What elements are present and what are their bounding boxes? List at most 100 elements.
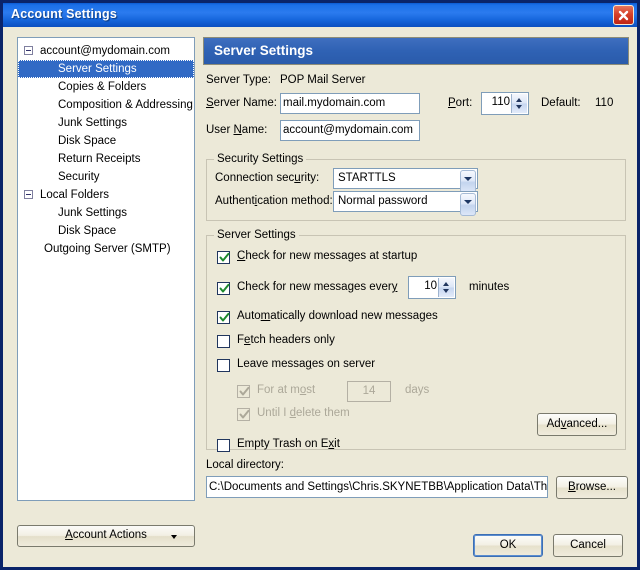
label-pre: Empty Trash on E: [237, 438, 329, 450]
security-settings-group: Security Settings Connection security: S…: [206, 153, 626, 221]
ok-button[interactable]: OK: [473, 534, 543, 557]
dropdown-button[interactable]: [460, 170, 476, 193]
label-pre: Until I: [257, 407, 290, 419]
check-interval-spinner[interactable]: 10: [408, 276, 456, 299]
chevron-down-icon: [464, 200, 472, 204]
dropdown-button[interactable]: [460, 193, 476, 216]
auto-download-label: Automatically download new messages: [237, 310, 438, 322]
empty-trash-row[interactable]: Empty Trash on Exit: [217, 436, 625, 457]
label-pre: Check for new messages ever: [237, 281, 392, 293]
account-actions-label: Account Actions: [18, 529, 194, 541]
check-every-row[interactable]: Check for new messages every 10 minutes: [217, 276, 625, 302]
label-rest: tch headers only: [250, 334, 335, 346]
check-every-label: Check for new messages every: [237, 281, 397, 293]
label-pre: Auto: [237, 310, 261, 322]
interval-spinner-buttons[interactable]: [438, 278, 454, 297]
days-input: 14: [347, 381, 391, 402]
server-settings-caption: Server Settings: [214, 229, 299, 241]
tree-item-server-settings[interactable]: Server Settings: [18, 60, 194, 78]
check-at-startup-checkbox[interactable]: [217, 251, 230, 264]
for-at-most-checkbox: [237, 385, 250, 398]
close-button[interactable]: [613, 5, 634, 25]
fetch-headers-label: Fetch headers only: [237, 334, 335, 346]
user-name-input[interactable]: account@mydomain.com: [280, 120, 420, 141]
tree-item-label: account@mydomain.com: [40, 45, 170, 57]
tree-item-return-receipts[interactable]: Return Receipts: [18, 150, 194, 168]
auto-download-row[interactable]: Automatically download new messages: [217, 308, 625, 329]
tree-item-local-folders[interactable]: Local Folders: [18, 186, 194, 204]
tree-item-label: Composition & Addressing: [58, 99, 193, 111]
auto-download-checkbox[interactable]: [217, 311, 230, 324]
cancel-button[interactable]: Cancel: [553, 534, 623, 557]
local-directory-label: Local directory:: [206, 459, 284, 471]
tree-item-local-junk-settings[interactable]: Junk Settings: [18, 204, 194, 222]
minutes-label: minutes: [469, 281, 510, 293]
tree-item-local-disk-space[interactable]: Disk Space: [18, 222, 194, 240]
for-at-most-row: For at most 14 days: [237, 380, 625, 404]
server-name-input[interactable]: mail.mydomain.com: [280, 93, 420, 114]
accel-char: N: [233, 124, 242, 136]
label-rest: ort:: [455, 97, 473, 109]
port-value: 110: [491, 96, 510, 108]
accel-char: m: [260, 310, 271, 322]
chevron-down-icon: [171, 535, 177, 539]
label-rest: anced...: [566, 418, 608, 430]
port-spinner[interactable]: 110: [481, 92, 529, 115]
leave-messages-checkbox[interactable]: [217, 359, 230, 372]
spinner-down-icon[interactable]: [516, 105, 522, 109]
local-directory-input[interactable]: C:\Documents and Settings\Chris.SKYNETBB…: [206, 476, 548, 498]
tree-item-label: Server Settings: [58, 63, 137, 75]
label-rest: atically download new messages: [270, 310, 438, 322]
fetch-headers-checkbox[interactable]: [217, 335, 230, 348]
tree-item-security[interactable]: Security: [18, 168, 194, 186]
pane-title: Server Settings: [203, 37, 629, 65]
until-delete-checkbox: [237, 408, 250, 421]
check-interval-value: 10: [424, 280, 437, 292]
server-name-label: Server Name:: [206, 91, 277, 116]
tree-item-junk-settings[interactable]: Junk Settings: [18, 114, 194, 132]
connection-security-select[interactable]: STARTTLS: [333, 168, 478, 193]
authentication-method-select[interactable]: Normal password: [333, 191, 478, 216]
server-type-label: Server Type:: [206, 74, 271, 86]
window-title: Account Settings: [11, 7, 117, 21]
port-default-label: Default:: [541, 97, 581, 109]
fetch-headers-row[interactable]: Fetch headers only: [217, 332, 625, 353]
checkmark-icon: [239, 409, 250, 419]
until-delete-label: Until I delete them: [257, 407, 350, 419]
days-label: days: [405, 384, 430, 396]
spinner-down-icon[interactable]: [443, 289, 449, 293]
check-at-startup-row[interactable]: Check for new messages at startup: [217, 248, 625, 269]
authentication-method-value: Normal password: [338, 195, 428, 207]
check-every-checkbox[interactable]: [217, 282, 230, 295]
label-rest: rowse...: [575, 481, 616, 493]
advanced-button[interactable]: Advanced...: [537, 413, 617, 436]
tree-item-copies-folders[interactable]: Copies & Folders: [18, 78, 194, 96]
tree-item-label: Return Receipts: [58, 153, 141, 165]
spinner-up-icon[interactable]: [443, 282, 449, 286]
tree-item-disk-space[interactable]: Disk Space: [18, 132, 194, 150]
local-directory-section: Local directory: C:\Documents and Settin…: [206, 459, 628, 499]
browse-button[interactable]: Browse...: [556, 476, 628, 499]
tree-item-outgoing-server-smtp[interactable]: Outgoing Server (SMTP): [18, 240, 194, 258]
label-rest: cation method:: [257, 195, 333, 207]
label-pre: Ad: [546, 418, 561, 430]
spinner-up-icon[interactable]: [516, 98, 522, 102]
checkmark-icon: [219, 312, 230, 322]
chevron-down-icon: [464, 177, 472, 181]
empty-trash-checkbox[interactable]: [217, 439, 230, 452]
collapse-toggle-icon[interactable]: [24, 190, 33, 199]
account-actions-button[interactable]: Account Actions: [17, 525, 195, 547]
dialog-body: account@mydomain.com Server Settings Cop…: [3, 27, 637, 567]
tree-item-label: Junk Settings: [58, 207, 128, 219]
tree-item-composition-addressing[interactable]: Composition & Addressing: [18, 96, 194, 114]
tree-item-label: Copies & Folders: [58, 81, 147, 93]
settings-tree[interactable]: account@mydomain.com Server Settings Cop…: [17, 37, 195, 501]
check-at-startup-label: Check for new messages at startup: [237, 250, 417, 262]
collapse-toggle-icon[interactable]: [24, 46, 33, 55]
leave-messages-row[interactable]: Leave messages on server: [217, 356, 625, 377]
port-spinner-buttons[interactable]: [511, 94, 527, 113]
tree-item-account[interactable]: account@mydomain.com: [18, 42, 194, 60]
label-rest: ame:: [241, 124, 268, 136]
label-rest: erver Name:: [213, 97, 277, 109]
label-rest: ccount Actions: [72, 529, 147, 541]
